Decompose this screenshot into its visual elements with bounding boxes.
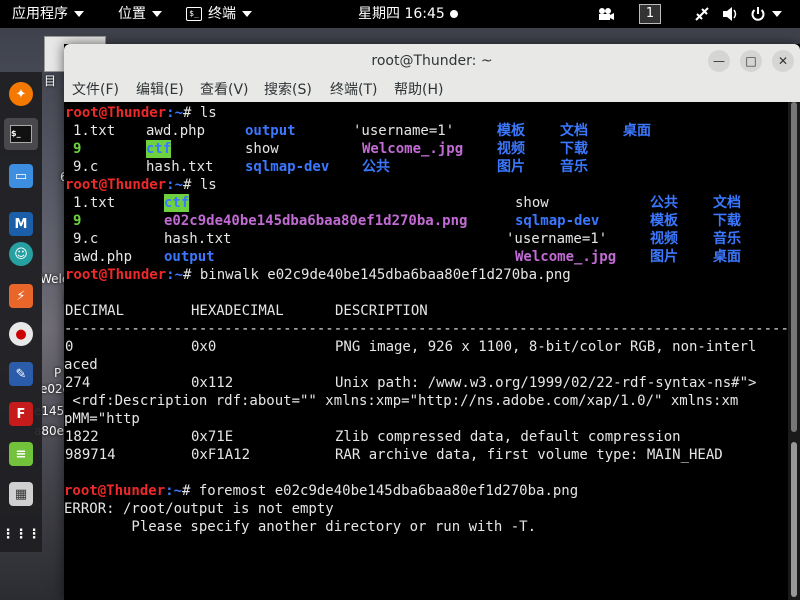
window-title: root@Thunder: ~ [371, 53, 493, 69]
chevron-down-icon [152, 11, 162, 17]
clock-label: 星期四 16:45 [358, 6, 445, 22]
menu-bar: 文件(F) 编辑(E) 查看(V) 搜索(S) 终端(T) 帮助(H) [64, 78, 800, 103]
volume-icon[interactable] [722, 0, 740, 28]
table-row-continuation: aced [64, 357, 98, 373]
places-label: 位置 [118, 6, 146, 22]
video-camera-icon[interactable] [597, 0, 615, 28]
terminal-app-label: 终端 [208, 6, 236, 22]
armitage-icon[interactable]: ☺ [9, 242, 33, 266]
table-row: 274 0x112 Unix path: /www.w3.org/1999/02… [65, 375, 757, 391]
table-row-continuation: pMM="http [64, 411, 140, 427]
ls-row: 9.c hash.txt 'username=1' 视频 音乐 [73, 231, 741, 247]
ls-row: 9.c hash.txt sqlmap-dev 公共 图片 音乐 [73, 159, 588, 175]
notification-dot-icon [449, 10, 458, 18]
table-row: 989714 0xF1A12 RAR archive data, first v… [65, 447, 723, 463]
applications-menu[interactable]: 应用程序 [12, 0, 84, 28]
command-text: ls [199, 105, 217, 121]
terminal-app-menu[interactable]: $_ 终端 [186, 0, 252, 28]
maltego-icon[interactable]: ● [9, 322, 33, 346]
menu-terminal[interactable]: 终端(T) [330, 78, 377, 102]
terminal-window: root@Thunder: ~ — □ ✕ 文件(F) 编辑(E) 查看(V) … [64, 44, 800, 600]
prompt-line: root@Thunder:~# binwalk e02c9de40be145db… [65, 267, 571, 283]
table-row: 1822 0x71E Zlib compressed data, default… [65, 429, 681, 445]
metasploit-icon[interactable]: M [9, 212, 33, 236]
menu-file[interactable]: 文件(F) [72, 78, 119, 102]
power-icon [751, 7, 765, 21]
menu-view[interactable]: 查看(V) [200, 78, 249, 102]
scrollbar-thumb[interactable] [791, 442, 797, 597]
ls-row: 1.txt awd.php output 'username=1' 模板 文档 … [73, 123, 651, 139]
table-header: DECIMAL HEXADECIMAL DESCRIPTION [65, 303, 428, 319]
desktop-label: P [54, 366, 62, 380]
burpsuite-icon[interactable]: ⚡ [9, 284, 33, 308]
ls-row: 9 ctf show Welcome_.jpg 视频 下载 [73, 140, 588, 158]
table-row: 0 0x0 PNG image, 926 x 1100, 8-bit/color… [65, 339, 757, 355]
beef-icon[interactable]: ✎ [9, 362, 33, 386]
prompt-line: root@Thunder:~# ls [65, 177, 217, 193]
network-icon[interactable] [694, 0, 710, 28]
clock[interactable]: 星期四 16:45 [358, 0, 458, 28]
ls-row: 1.txt ctf show 公共 文档 [73, 194, 741, 212]
faraday-icon[interactable]: F [9, 402, 33, 426]
menu-search[interactable]: 搜索(S) [264, 78, 312, 102]
menu-edit[interactable]: 编辑(E) [136, 78, 184, 102]
table-rule: ----------------------------------------… [64, 321, 788, 337]
menu-help[interactable]: 帮助(H) [394, 78, 443, 102]
chevron-down-icon [242, 11, 252, 17]
places-menu[interactable]: 位置 [118, 0, 162, 28]
error-line: Please specify another directory or run … [64, 519, 537, 535]
prompt-line: root@Thunder:~# ls [65, 105, 217, 121]
files-icon[interactable]: ▭ [9, 164, 33, 188]
error-line: ERROR: /root/output is not empty [64, 501, 334, 517]
chevron-down-icon [74, 11, 84, 17]
show-applications-icon[interactable]: ⋮⋮⋮ [2, 522, 41, 546]
desktop-label: 目 [44, 74, 57, 88]
top-bar: 应用程序 位置 $_ 终端 星期四 16:45 1 [0, 0, 800, 28]
power-menu[interactable] [750, 0, 782, 28]
ls-row: awd.php output Welcome_.jpg 图片 桌面 [73, 249, 741, 265]
command-text: foremost e02c9de40be145dba6baa80ef1d270b… [198, 483, 579, 499]
ls-row: 9 e02c9de40be145dba6baa80ef1d270ba.png s… [73, 213, 741, 229]
terminal-dock-icon[interactable]: $_ [4, 118, 38, 150]
workspace-number: 1 [639, 4, 661, 24]
command-text: binwalk e02c9de40be145dba6baa80ef1d270ba… [199, 267, 571, 283]
prompt-line: root@Thunder:~# foremost e02c9de40be145d… [64, 483, 579, 499]
utility-icon[interactable]: ▦ [9, 482, 33, 506]
scrollbar[interactable] [788, 102, 800, 600]
command-text: ls [199, 177, 217, 193]
scrollbar-track-upper[interactable] [791, 102, 797, 432]
title-bar[interactable]: root@Thunder: ~ — □ ✕ [64, 44, 800, 78]
minimize-button[interactable]: — [708, 50, 730, 72]
table-row-continuation: <rdf:Description rdf:about="" xmlns:xmp=… [64, 393, 739, 409]
terminal-icon: $_ [186, 7, 202, 21]
firefox-icon[interactable]: ✦ [9, 82, 33, 106]
maximize-button[interactable]: □ [740, 50, 762, 72]
workspace-indicator[interactable]: 1 [639, 0, 661, 28]
text-editor-icon[interactable]: ≡ [9, 442, 33, 466]
terminal-output[interactable]: root@Thunder:~# ls 1.txt awd.php output … [64, 102, 788, 600]
close-button[interactable]: ✕ [772, 50, 794, 72]
dock: ✦ $_ ▭ M ☺ ⚡ ● ✎ F ≡ ▦ ⋮⋮⋮ [0, 72, 42, 552]
applications-label: 应用程序 [12, 6, 68, 22]
chevron-down-icon [772, 11, 782, 17]
